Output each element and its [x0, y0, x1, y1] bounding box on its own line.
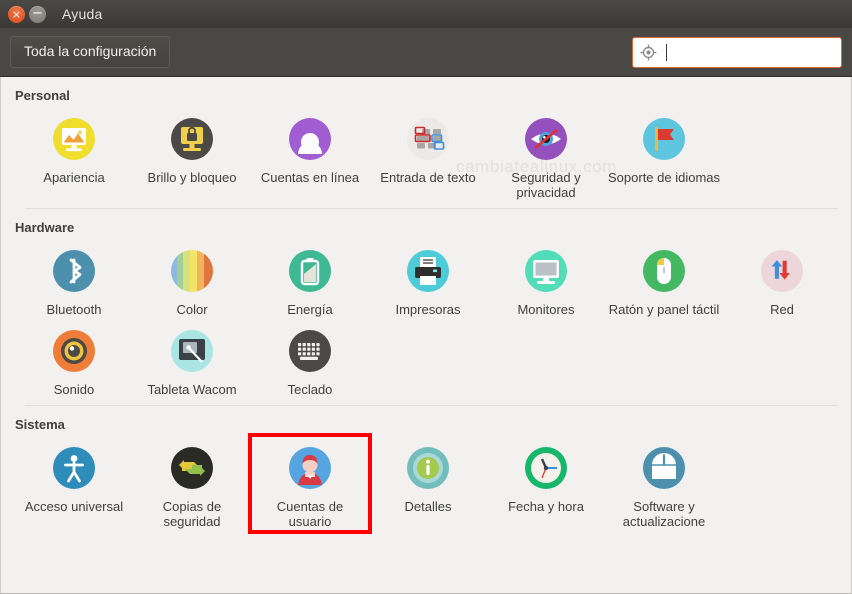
- network-icon: [757, 246, 807, 296]
- details-icon: [403, 443, 453, 493]
- settings-tile[interactable]: Color: [133, 239, 251, 319]
- settings-tile-label: Monitores: [517, 302, 575, 317]
- settings-tile-label: Red: [770, 302, 794, 317]
- settings-tile-label: Soporte de idiomas: [608, 170, 721, 185]
- wacom-tablet-icon: [167, 326, 217, 376]
- settings-tile[interactable]: Impresoras: [369, 239, 487, 319]
- settings-tile-label: Cuentas en línea: [260, 170, 360, 185]
- settings-tile[interactable]: Sonido: [15, 319, 133, 399]
- text-entry-icon: [403, 114, 453, 164]
- section-title: Personal: [15, 88, 70, 103]
- bluetooth-icon: [49, 246, 99, 296]
- settings-tile[interactable]: Brillo y bloqueo: [133, 107, 251, 202]
- text-caret: [666, 43, 667, 61]
- settings-tile[interactable]: Detalles: [369, 436, 487, 531]
- settings-tile-label: Seguridad y privacidad: [511, 170, 581, 200]
- settings-row: Acceso universal Copias de seguridad Cue…: [1, 433, 851, 534]
- settings-tile-label: Entrada de texto: [380, 170, 476, 185]
- settings-tile[interactable]: Acceso universal: [15, 436, 133, 531]
- toolbar: Toda la configuración: [0, 28, 852, 77]
- settings-tile-label: Sonido: [53, 382, 95, 397]
- settings-tile-label: Tableta Wacom: [147, 382, 237, 397]
- backups-icon: [167, 443, 217, 493]
- settings-tile-label: Detalles: [404, 499, 452, 514]
- settings-tile[interactable]: Cuentas de usuario: [248, 433, 372, 534]
- settings-tile[interactable]: Fecha y hora: [487, 436, 605, 531]
- search-input[interactable]: [632, 36, 842, 68]
- displays-icon: [521, 246, 571, 296]
- settings-sections: Personal Apariencia Brillo y bloqueo Cue…: [1, 77, 851, 534]
- settings-tile-label: Bluetooth: [46, 302, 102, 317]
- settings-tile-label: Impresoras: [395, 302, 461, 317]
- close-icon: ×: [11, 7, 22, 21]
- settings-tile-label: Ratón y panel táctil: [608, 302, 720, 317]
- settings-tile[interactable]: Entrada de texto: [369, 107, 487, 202]
- settings-tile[interactable]: Red: [723, 239, 841, 319]
- user-accounts-icon: [285, 443, 335, 493]
- settings-tile[interactable]: Soporte de idiomas: [605, 107, 723, 202]
- settings-tile[interactable]: Apariencia: [15, 107, 133, 202]
- window-title: Ayuda: [62, 6, 103, 22]
- settings-window: × − Ayuda Toda la configuración cambiate…: [0, 0, 852, 594]
- settings-tile-label: Color: [176, 302, 208, 317]
- section-title: Hardware: [15, 220, 75, 235]
- settings-tile[interactable]: Monitores: [487, 239, 605, 319]
- settings-tile-label: Fecha y hora: [508, 499, 584, 514]
- window-titlebar: × − Ayuda: [0, 0, 852, 28]
- settings-tile[interactable]: Copias de seguridad: [133, 436, 251, 531]
- settings-tile[interactable]: Teclado: [251, 319, 369, 399]
- date-time-icon: [521, 443, 571, 493]
- color-icon: [167, 246, 217, 296]
- language-support-icon: [639, 114, 689, 164]
- online-accounts-icon: [285, 114, 335, 164]
- settings-row: Sonido Tableta Wacom Teclado: [1, 319, 851, 399]
- settings-tile[interactable]: Cuentas en línea: [251, 107, 369, 202]
- appearance-icon: [49, 114, 99, 164]
- printers-icon: [403, 246, 453, 296]
- settings-section: Hardware Bluetooth Color Energía Impreso…: [1, 208, 851, 399]
- section-title: Sistema: [15, 417, 65, 432]
- universal-access-icon: [49, 443, 99, 493]
- settings-tile-label: Brillo y bloqueo: [147, 170, 237, 185]
- minimize-icon: −: [32, 5, 43, 21]
- settings-tile-label: Apariencia: [43, 170, 105, 185]
- settings-tile[interactable]: Software y actualizacione: [605, 436, 723, 531]
- search-target-icon: [640, 44, 657, 61]
- settings-tile[interactable]: Tableta Wacom: [133, 319, 251, 399]
- power-icon: [285, 246, 335, 296]
- sound-icon: [49, 326, 99, 376]
- software-updates-icon: [639, 443, 689, 493]
- settings-row: Apariencia Brillo y bloqueo Cuentas en l…: [1, 107, 851, 202]
- brightness-lock-icon: [167, 114, 217, 164]
- settings-section: Sistema Acceso universal Copias de segur…: [1, 405, 851, 534]
- settings-tile[interactable]: Energía: [251, 239, 369, 319]
- settings-section: Personal Apariencia Brillo y bloqueo Cue…: [1, 77, 851, 202]
- settings-panel: cambiatealinux.com Personal Apariencia B…: [0, 77, 852, 594]
- settings-tile[interactable]: Ratón y panel táctil: [605, 239, 723, 319]
- settings-tile-label: Software y actualizacione: [622, 499, 706, 529]
- settings-tile[interactable]: Seguridad y privacidad: [487, 107, 605, 202]
- settings-tile-label: Acceso universal: [24, 499, 124, 514]
- mouse-touchpad-icon: [639, 246, 689, 296]
- settings-row: Bluetooth Color Energía Impresoras Monit…: [1, 239, 851, 319]
- keyboard-icon: [285, 326, 335, 376]
- close-button[interactable]: ×: [8, 5, 25, 23]
- settings-tile-label: Teclado: [287, 382, 333, 397]
- all-settings-button[interactable]: Toda la configuración: [10, 36, 171, 68]
- settings-tile[interactable]: Bluetooth: [15, 239, 133, 319]
- settings-tile-label: Cuentas de usuario: [276, 499, 344, 529]
- minimize-button[interactable]: −: [29, 5, 46, 23]
- security-privacy-icon: [521, 114, 571, 164]
- settings-tile-label: Copias de seguridad: [162, 499, 222, 529]
- settings-tile-label: Energía: [287, 302, 333, 317]
